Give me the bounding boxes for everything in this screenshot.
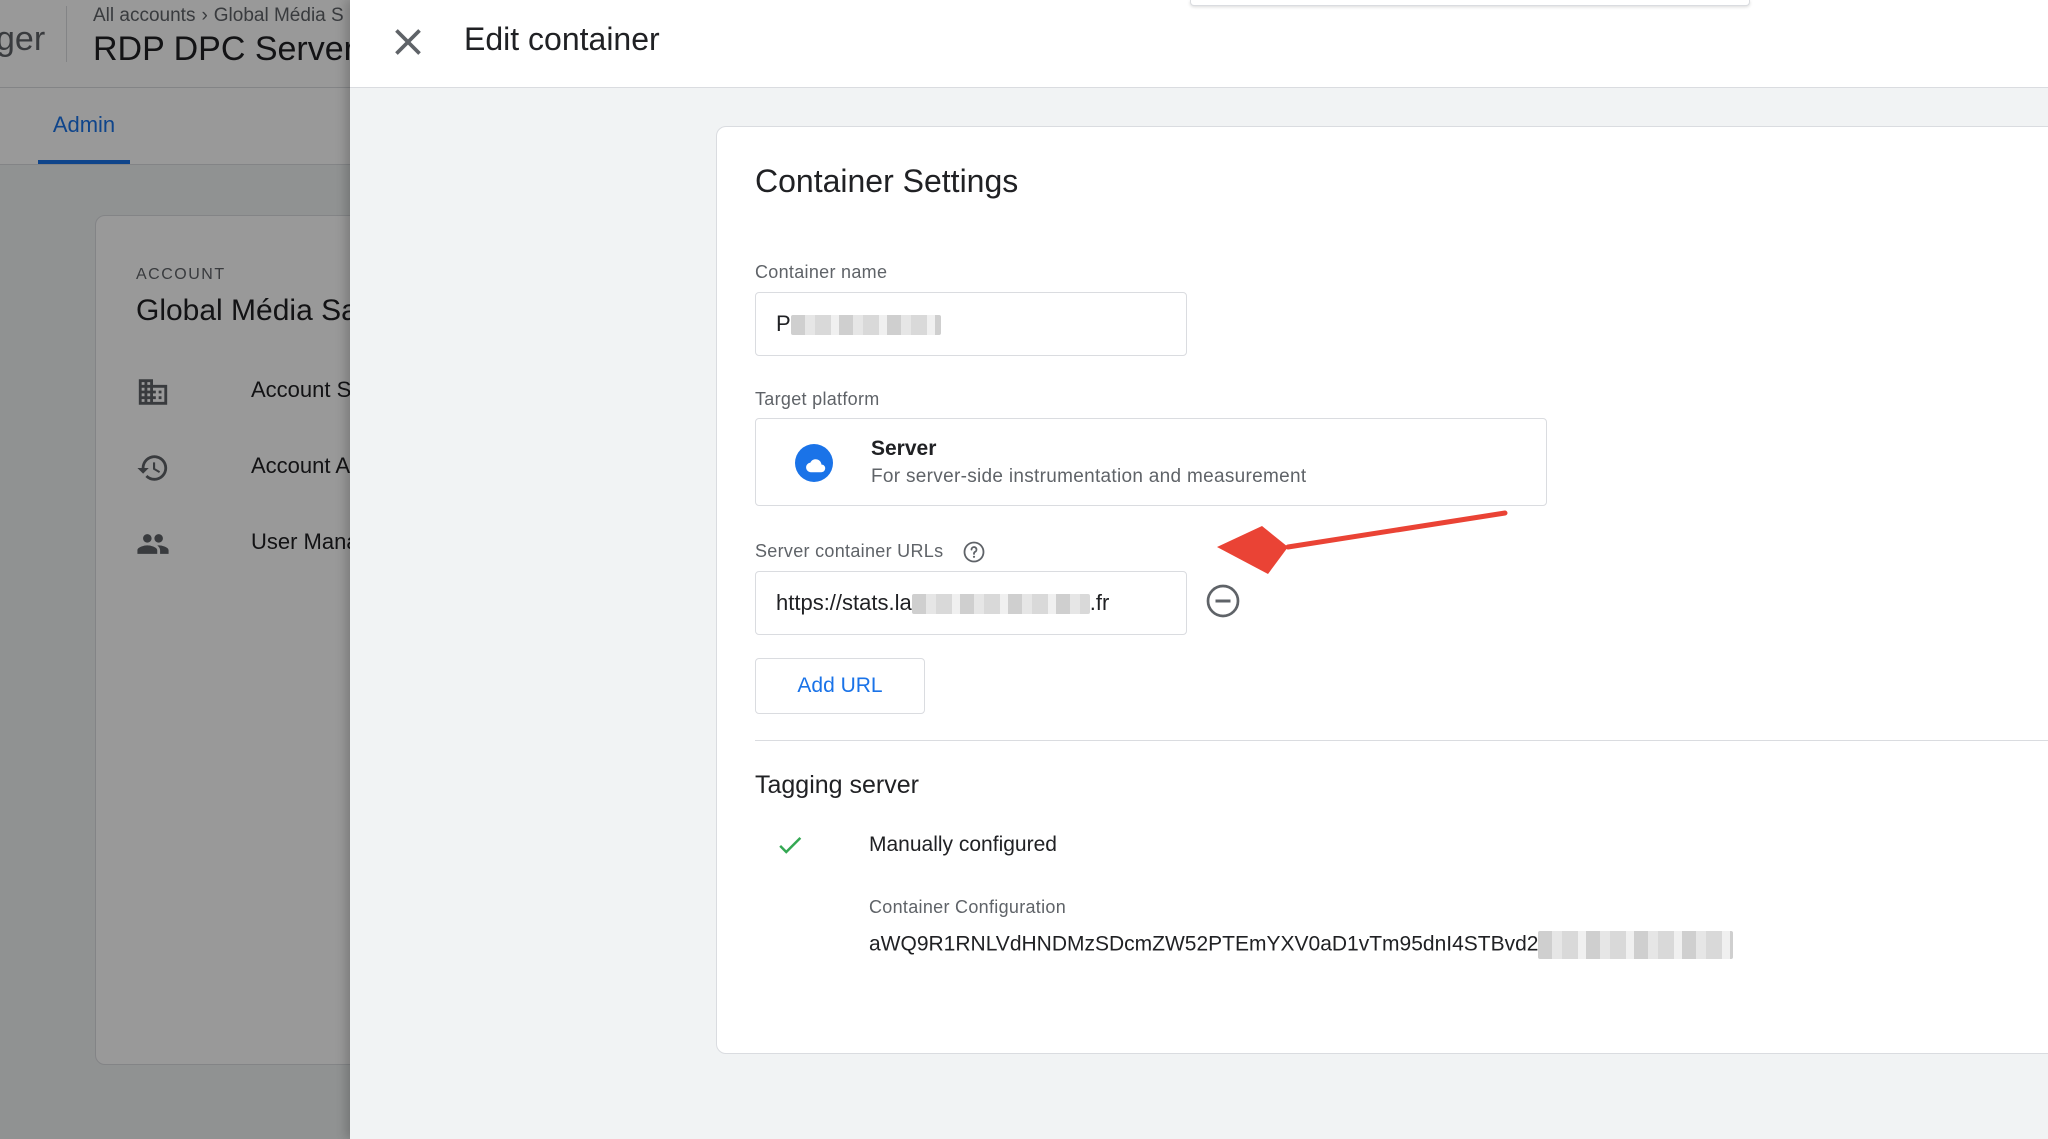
remove-circle-icon[interactable] — [1205, 583, 1241, 619]
config-status: Manually configured — [869, 833, 1057, 856]
cloud-icon — [795, 444, 833, 482]
edit-container-panel: Edit container Container Settings Contai… — [350, 0, 2048, 1139]
container-name-label: Container name — [755, 262, 888, 282]
server-url-prefix: https://stats.la — [776, 590, 912, 615]
server-url-suffix: .fr — [1089, 590, 1110, 615]
platform-description: For server-side instrumentation and meas… — [871, 466, 1307, 487]
tagging-server-title: Tagging server — [755, 771, 919, 799]
server-urls-label: Server container URLs — [755, 541, 944, 561]
add-url-button[interactable]: Add URL — [755, 658, 925, 714]
check-icon — [779, 836, 802, 854]
section-divider — [755, 740, 2048, 741]
panel-header: Edit container — [350, 0, 2048, 88]
server-url-input[interactable]: https://stats.la .fr — [755, 571, 1187, 635]
redacted-text — [790, 315, 941, 336]
container-configuration-value: aWQ9R1RNLVdHNDMzSDcmZW52PTEmYXV0aD1vTm95… — [869, 931, 1734, 959]
panel-title: Edit container — [464, 21, 660, 57]
target-platform-label: Target platform — [755, 389, 880, 409]
platform-name: Server — [871, 437, 937, 460]
help-icon[interactable] — [962, 540, 986, 564]
target-platform-selector[interactable]: Server For server-side instrumentation a… — [755, 418, 1547, 506]
card-title: Container Settings — [755, 163, 1019, 199]
container-settings-card: Container Settings Container name P Targ… — [716, 126, 2048, 1054]
close-icon[interactable] — [386, 20, 430, 64]
container-configuration-label: Container Configuration — [869, 897, 1067, 917]
dropdown-menu-edge — [1190, 0, 1750, 6]
container-name-input[interactable]: P — [755, 292, 1187, 356]
container-name-value: P — [776, 311, 791, 336]
container-configuration-text: aWQ9R1RNLVdHNDMzSDcmZW52PTEmYXV0aD1vTm95… — [869, 932, 1539, 956]
redacted-text — [1538, 931, 1734, 959]
redacted-text — [911, 594, 1090, 615]
